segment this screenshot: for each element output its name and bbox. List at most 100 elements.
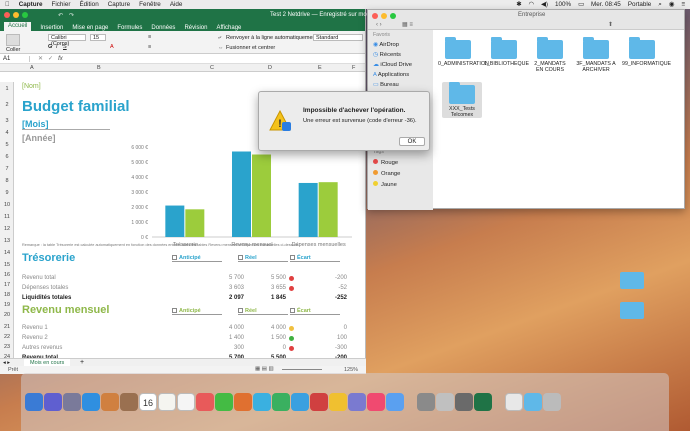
chart-bar[interactable] bbox=[252, 154, 271, 238]
folder-99-informatique[interactable]: 99_INFORMATIQUE bbox=[622, 37, 671, 67]
desktop-folder-icon[interactable] bbox=[620, 302, 644, 319]
view-mode-icon[interactable]: ▦ ≡ bbox=[402, 21, 413, 28]
menu-capture[interactable]: Capture bbox=[108, 1, 130, 8]
wrap-text-icon[interactable]: ⤶ bbox=[218, 35, 221, 42]
dock-app-icon[interactable] bbox=[291, 393, 309, 411]
value-ecart[interactable]: 0 bbox=[305, 325, 347, 331]
dock-app-icon[interactable] bbox=[63, 393, 81, 411]
row-header[interactable]: 18 bbox=[0, 292, 14, 298]
month-cell[interactable]: [Mois] bbox=[22, 119, 110, 130]
filter-dropdown-icon[interactable] bbox=[290, 308, 295, 314]
dock-app-icon[interactable] bbox=[82, 393, 100, 411]
sidebar-item-applications[interactable]: A Applications bbox=[368, 70, 433, 80]
menu-app-name[interactable]: Capture bbox=[19, 1, 43, 8]
value-reel[interactable]: 3 655 bbox=[248, 285, 286, 291]
confirm-icon[interactable]: ✓ bbox=[48, 55, 53, 62]
row-header[interactable]: 8 bbox=[0, 178, 14, 184]
row-header[interactable]: 20 bbox=[0, 312, 14, 318]
column-header[interactable]: B bbox=[97, 65, 101, 71]
row-header[interactable]: 11 bbox=[0, 214, 14, 220]
dock-app-icon[interactable] bbox=[310, 393, 328, 411]
tab-accueil[interactable]: Accueil bbox=[4, 22, 32, 31]
zoom-window-button[interactable] bbox=[22, 12, 28, 18]
row-label[interactable]: Dépenses totales bbox=[22, 285, 68, 291]
row-header[interactable]: 6 bbox=[0, 154, 14, 160]
menu-edition[interactable]: Édition bbox=[79, 1, 98, 8]
row-label[interactable]: Revenu total bbox=[22, 275, 56, 281]
bluetooth-icon[interactable]: ✱ bbox=[516, 1, 521, 8]
back-forward-icon[interactable]: ‹ › bbox=[376, 22, 382, 28]
menu-fichier[interactable]: Fichier bbox=[52, 1, 71, 8]
tag-rouge[interactable]: Rouge bbox=[368, 157, 433, 168]
row-label[interactable]: Autres revenus bbox=[22, 345, 62, 351]
spotlight-icon[interactable]: ⌕ bbox=[658, 1, 662, 9]
folder-2-mandats-en-cours[interactable]: 2_MANDATS EN COURS bbox=[530, 37, 570, 73]
dock-app-icon[interactable] bbox=[215, 393, 233, 411]
row-header[interactable]: 13 bbox=[0, 238, 14, 244]
ok-button[interactable]: OK bbox=[399, 137, 425, 146]
tag-orange[interactable]: Orange bbox=[368, 168, 433, 179]
column-header[interactable]: A bbox=[30, 65, 34, 71]
column-header[interactable]: D bbox=[268, 65, 272, 71]
dock-app-icon[interactable] bbox=[455, 393, 473, 411]
tag-jaune[interactable]: Jaune bbox=[368, 179, 433, 190]
dock-app-icon[interactable] bbox=[543, 393, 561, 411]
battery-icon[interactable]: ▭ bbox=[578, 1, 584, 8]
column-header[interactable]: E bbox=[318, 65, 322, 71]
value-anticipe[interactable]: 2 097 bbox=[200, 295, 244, 301]
folder-3f-mandats-a-archiver[interactable]: 3F_MANDATS A ARCHIVER bbox=[576, 37, 616, 73]
folder-xxx-tests-telcomex[interactable]: XXX_Tests Telcomex bbox=[442, 82, 482, 118]
cancel-icon[interactable]: ✕ bbox=[38, 55, 43, 62]
dock-app-icon[interactable] bbox=[177, 393, 195, 411]
cell-reference[interactable]: A1 bbox=[0, 55, 30, 62]
dock-app-icon[interactable] bbox=[417, 393, 435, 411]
folder-0-administration[interactable]: 0_ADMINISTRATION bbox=[438, 37, 489, 67]
value-ecart[interactable]: -52 bbox=[305, 285, 347, 291]
calendar-icon[interactable]: 16 bbox=[139, 393, 157, 411]
add-sheet-icon[interactable]: + bbox=[80, 359, 84, 366]
folder-1-bibliotheque[interactable]: 1_BIBLIOTHEQUE bbox=[484, 37, 529, 67]
wifi-icon[interactable]: ◠ bbox=[529, 1, 535, 8]
filter-dropdown-icon[interactable] bbox=[238, 255, 243, 261]
row-label[interactable]: Revenu 1 bbox=[22, 325, 48, 331]
row-header[interactable]: 12 bbox=[0, 226, 14, 232]
row-header[interactable]: 14 bbox=[0, 250, 14, 256]
dock-app-icon[interactable] bbox=[101, 393, 119, 411]
dock-app-icon[interactable] bbox=[524, 393, 542, 411]
wrap-text-button[interactable]: Renvoyer à la ligne automatiquement bbox=[226, 35, 317, 41]
value-reel[interactable]: 0 bbox=[248, 345, 286, 351]
dock-app-icon[interactable] bbox=[234, 393, 252, 411]
value-ecart[interactable]: 100 bbox=[305, 335, 347, 341]
dock-app-icon[interactable] bbox=[272, 393, 290, 411]
row-header[interactable]: 15 bbox=[0, 262, 14, 268]
value-anticipe[interactable]: 300 bbox=[200, 345, 244, 351]
chart-bar[interactable] bbox=[318, 182, 338, 237]
font-select[interactable]: Calibri (Corps) bbox=[48, 34, 86, 47]
apple-menu-icon[interactable]:  bbox=[5, 1, 10, 8]
notification-center-icon[interactable]: ≡ bbox=[681, 1, 685, 8]
value-anticipe[interactable]: 5 700 bbox=[200, 275, 244, 281]
row-header[interactable]: 4 bbox=[0, 130, 14, 136]
dock-app-icon[interactable] bbox=[436, 393, 454, 411]
dock-app-icon[interactable] bbox=[367, 393, 385, 411]
filter-dropdown-icon[interactable] bbox=[172, 255, 177, 261]
chart-bar[interactable] bbox=[232, 151, 251, 238]
filter-dropdown-icon[interactable] bbox=[172, 308, 177, 314]
value-reel[interactable]: 1 500 bbox=[248, 335, 286, 341]
dock-app-icon[interactable] bbox=[348, 393, 366, 411]
header-ecart[interactable]: Écart bbox=[290, 255, 340, 262]
finder-minimize-button[interactable] bbox=[381, 13, 387, 19]
font-color-icon[interactable]: A bbox=[110, 44, 114, 50]
sidebar-item-bureau[interactable]: ▭ Bureau bbox=[368, 80, 433, 90]
year-cell[interactable]: [Année] bbox=[22, 133, 56, 143]
value-anticipe[interactable]: 4 000 bbox=[200, 325, 244, 331]
dock-app-icon[interactable] bbox=[44, 393, 62, 411]
filter-dropdown-icon[interactable] bbox=[290, 255, 295, 261]
dock-app-icon[interactable] bbox=[329, 393, 347, 411]
align-top-icon[interactable]: ≡ bbox=[148, 34, 151, 40]
value-ecart[interactable]: -252 bbox=[305, 295, 347, 301]
share-icon[interactable]: ⬆ bbox=[608, 21, 613, 28]
note-text[interactable]: Remarque : la table Trésorerie est calcu… bbox=[22, 243, 299, 247]
finder-zoom-button[interactable] bbox=[390, 13, 396, 19]
row-header[interactable]: 1 bbox=[0, 86, 14, 92]
